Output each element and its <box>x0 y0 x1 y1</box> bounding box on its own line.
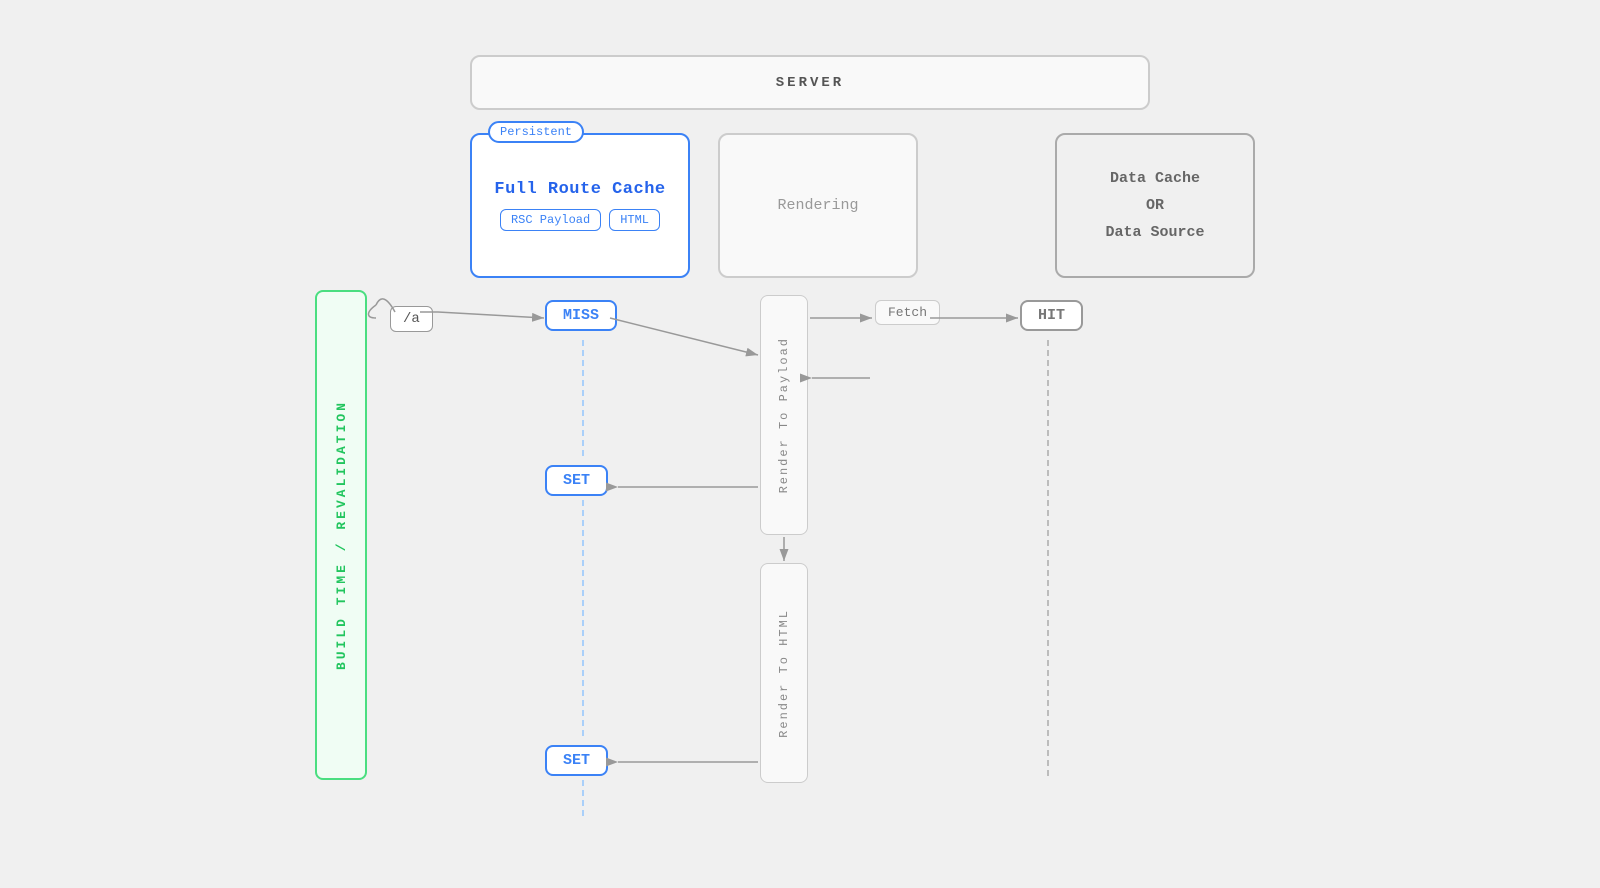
full-route-cache-box: Persistent Full Route Cache RSC Payload … <box>470 133 690 278</box>
render-html-box: Render To HTML <box>760 563 808 783</box>
fetch-badge: Fetch <box>875 300 940 325</box>
frc-title: Full Route Cache <box>494 180 665 199</box>
frc-badges: RSC Payload HTML <box>500 209 660 231</box>
render-payload-box: Render To Payload <box>760 295 808 535</box>
persistent-badge: Persistent <box>488 121 584 143</box>
data-cache-box: Data CacheORData Source <box>1055 133 1255 278</box>
server-box: SERVER <box>470 55 1150 110</box>
render-html-label: Render To HTML <box>777 609 791 738</box>
build-time-box: BUILD TIME / REVALIDATION <box>315 290 367 780</box>
diagram-container: SERVER Persistent Full Route Cache RSC P… <box>0 0 1600 888</box>
rendering-label: Rendering <box>777 197 858 214</box>
html-badge: HTML <box>609 209 660 231</box>
route-label: /a <box>390 306 433 332</box>
server-label: SERVER <box>776 75 844 91</box>
set-badge-2: SET <box>545 745 608 776</box>
rsc-payload-badge: RSC Payload <box>500 209 601 231</box>
set-badge-1: SET <box>545 465 608 496</box>
data-cache-label: Data CacheORData Source <box>1105 165 1204 246</box>
build-time-label: BUILD TIME / REVALIDATION <box>334 400 349 670</box>
render-payload-label: Render To Payload <box>777 337 791 493</box>
miss-badge: MISS <box>545 300 617 331</box>
hit-badge: HIT <box>1020 300 1083 331</box>
rendering-box: Rendering <box>718 133 918 278</box>
